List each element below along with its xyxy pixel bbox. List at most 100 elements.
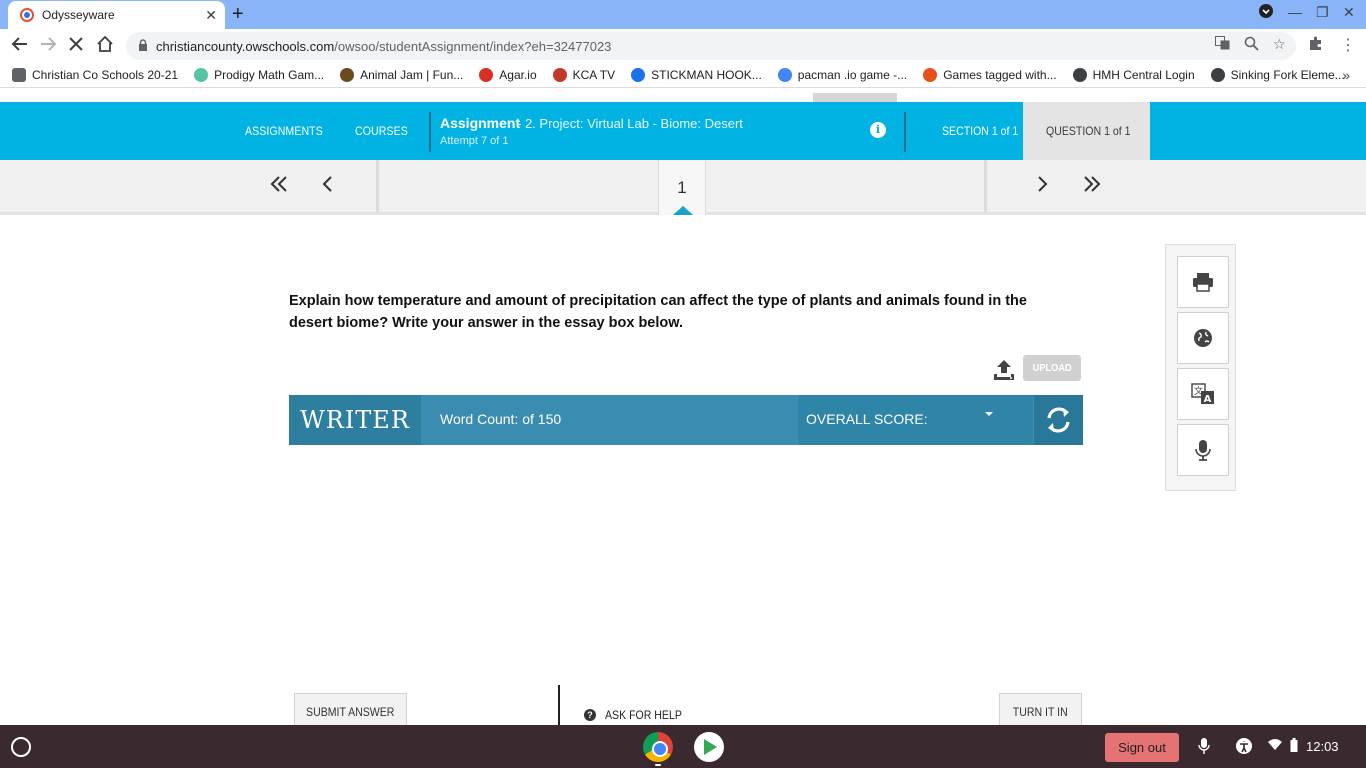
sign-out-button[interactable]: Sign out [1105,733,1179,762]
app-navigation-bar: ASSIGNMENTS COURSES Assignment - 2. Proj… [0,102,1366,160]
bookmark-label: Agar.io [499,68,537,82]
attempt-count: Attempt 7 of 1 [440,135,509,147]
bookmark-favicon-icon [552,68,567,82]
translate-button[interactable]: 文A [1177,368,1229,420]
chrome-app-icon[interactable] [643,732,673,762]
bookmark-label: Animal Jam | Fun... [360,68,464,82]
bookmark-item[interactable]: KCA TV [552,68,615,82]
overall-score-dropdown[interactable]: OVERALL SCORE: [798,395,1033,445]
os-shelf: Sign out 12:03 [0,725,1366,768]
bookmark-label: pacman .io game -... [797,68,908,82]
status-tray[interactable]: 12:03 [1268,738,1339,755]
assignment-name: - 2. Project: Virtual Lab - Biome: Deser… [517,116,743,131]
turn-it-in-button[interactable]: TURN IT IN [999,693,1082,725]
bookmark-item[interactable]: Christian Co Schools 20-21 [12,68,178,82]
stop-loading-icon[interactable] [67,35,85,58]
home-icon[interactable] [96,35,114,58]
bookmark-favicon-icon [923,68,938,82]
section-indicator[interactable]: SECTION 1 of 1 [942,124,1018,138]
bookmark-item[interactable]: Agar.io [479,68,537,82]
extensions-icon[interactable] [1308,35,1324,56]
globe-button[interactable] [1177,312,1229,364]
bookmark-favicon-icon [340,68,355,82]
current-page-caret [673,206,693,215]
bookmark-favicon-icon [12,68,26,82]
svg-text:A: A [1204,394,1212,405]
upload-button-label: UPLOAD [1032,362,1072,374]
forward-icon[interactable] [39,35,57,58]
print-button[interactable] [1177,256,1229,308]
back-icon[interactable] [11,35,29,58]
assignment-label: Assignment [440,115,521,131]
ask-for-help-label: ASK FOR HELP [605,708,682,722]
printer-icon [1193,273,1213,292]
refresh-score-button[interactable] [1034,395,1083,445]
bookmark-item[interactable]: STICKMAN HOOK... [631,68,762,82]
new-tab-icon[interactable]: + [232,4,244,24]
bookmark-star-icon[interactable]: ☆ [1273,36,1286,53]
bookmark-favicon-icon [479,68,494,82]
bookmark-label: Games tagged with... [943,68,1057,82]
browser-tab[interactable]: Odysseyware ✕ [8,1,225,29]
bookmark-item[interactable]: Prodigy Math Gam... [194,68,324,82]
current-page-tab[interactable]: 1 [658,160,706,215]
double-chevron-left-icon[interactable] [270,174,288,198]
upload-button[interactable]: UPLOAD [1023,355,1081,381]
nav-divider [904,112,906,152]
submit-answer-button[interactable]: SUBMIT ANSWER [294,693,407,725]
chevron-right-icon[interactable] [1036,174,1048,198]
play-store-app-icon[interactable] [694,732,724,762]
translate-icon: 文A [1191,383,1214,405]
writer-toolbar: WRITER Word Count: of 150 OVERALL SCORE: [289,395,1083,445]
question-pager: 1 [0,160,1366,215]
chevron-left-icon[interactable] [322,174,334,198]
bookmark-item[interactable]: Sinking Fork Eleme... [1210,68,1345,82]
page-number: 1 [677,178,687,197]
double-chevron-right-icon[interactable] [1083,174,1101,198]
tab-search-icon[interactable] [1259,4,1273,21]
bookmark-label: Christian Co Schools 20-21 [32,68,179,82]
running-app-indicator [655,764,661,766]
restore-icon[interactable]: ❐ [1316,4,1329,21]
close-window-icon[interactable]: ✕ [1343,4,1355,21]
speech-button[interactable] [1177,424,1229,476]
bookmark-item[interactable]: pacman .io game -... [777,68,908,82]
info-icon[interactable]: i [870,122,886,138]
microphone-icon [1195,440,1211,461]
browser-tab-strip: Odysseyware ✕ + — ❐ ✕ [0,0,1366,29]
bookmark-favicon-icon [1210,68,1225,82]
writer-logo: WRITER [289,395,421,445]
word-count: Word Count: of 150 [440,411,562,427]
question-indicator-tab[interactable]: QUESTION 1 of 1 [1023,102,1150,160]
pager-separator [376,160,379,212]
browser-menu-icon[interactable]: ⋮ [1340,35,1356,55]
address-bar[interactable]: christiancounty.owschools.com/owsoo/stud… [126,32,1296,60]
question-prompt: Explain how temperature and amount of pr… [289,293,1027,331]
more-bookmarks-icon[interactable]: » [1342,67,1350,83]
caret-down-icon [985,412,993,416]
lock-icon[interactable] [138,38,148,54]
accessibility-icon[interactable] [1235,737,1253,760]
battery-icon [1290,738,1298,755]
zoom-icon[interactable] [1244,36,1259,54]
microphone-icon[interactable] [1198,737,1210,760]
nav-courses-link[interactable]: COURSES [355,124,408,138]
close-tab-icon[interactable]: ✕ [205,7,217,24]
nav-assignments-link[interactable]: ASSIGNMENTS [245,124,323,138]
question-indicator: QUESTION 1 of 1 [1046,124,1131,138]
wifi-icon [1268,739,1282,754]
bookmark-item[interactable]: Animal Jam | Fun... [340,68,463,82]
bookmark-label: Prodigy Math Gam... [214,68,325,82]
url-host: christiancounty.owschools.com [156,38,335,54]
bookmark-item[interactable]: Games tagged with... [923,68,1057,82]
browser-toolbar: christiancounty.owschools.com/owsoo/stud… [0,29,1366,63]
bookmark-label: Sinking Fork Eleme... [1230,68,1345,82]
bookmark-item[interactable]: HMH Central Login [1072,68,1195,82]
upload-icon[interactable] [992,358,1016,382]
translate-page-icon[interactable] [1215,36,1230,53]
svg-text:文: 文 [1194,385,1203,397]
minimize-icon[interactable]: — [1288,4,1302,20]
launcher-icon[interactable] [11,737,31,757]
ask-for-help-link[interactable]: ? ASK FOR HELP [584,708,692,722]
bookmark-favicon-icon [777,68,792,82]
